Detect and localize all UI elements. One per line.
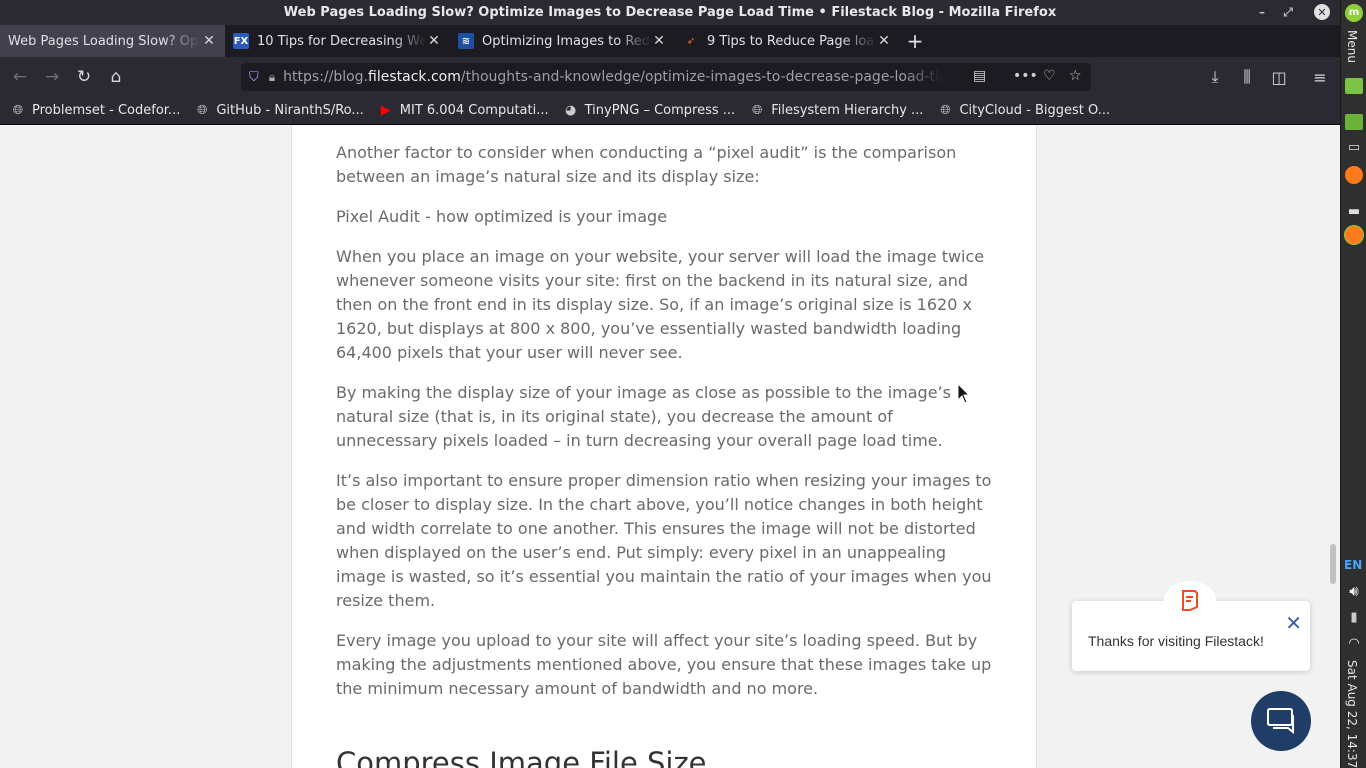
article-paragraph: When you place an image on your website,…: [336, 247, 985, 362]
window-title: Web Pages Loading Slow? Optimize Images …: [283, 5, 1057, 20]
globe-icon: 🌐︎: [751, 103, 763, 118]
chat-message: Thanks for visiting Filestack!: [1088, 633, 1264, 649]
maximize-icon[interactable]: ⤢: [1280, 4, 1296, 20]
chat-launcher-button[interactable]: [1251, 691, 1311, 751]
article-body: Another factor to consider when conducti…: [336, 141, 996, 768]
article-paragraph: Another factor to consider when conducti…: [336, 143, 957, 186]
volume-icon[interactable]: 🔊︎: [1344, 582, 1364, 600]
bookmark-label: Problemset - Codefor...: [32, 103, 181, 118]
tab-label: Optimizing Images to Reduce Page Load: [482, 33, 651, 49]
pocket-icon[interactable]: ♡: [1043, 68, 1056, 84]
desktop-panel: m Menu ▭ ▬ EN 🔊︎ ▮ ◠ Sat Aug 22, 14:37: [1340, 0, 1366, 768]
hamburger-menu-icon[interactable]: ≡: [1304, 61, 1336, 93]
close-tab-icon[interactable]: ✕: [201, 33, 217, 49]
article-column: Another factor to consider when conducti…: [291, 126, 1037, 768]
close-window-icon[interactable]: ✕: [1314, 4, 1330, 20]
mint-menu-icon[interactable]: m: [1344, 4, 1364, 22]
close-tab-icon[interactable]: ✕: [651, 33, 667, 49]
window-icon[interactable]: ▬: [1344, 204, 1364, 219]
bookmark-star-icon[interactable]: ☆: [1069, 68, 1082, 84]
globe-icon: 🌐︎: [12, 103, 24, 118]
page-viewport[interactable]: Another factor to consider when conducti…: [0, 126, 1340, 768]
bookmark-item[interactable]: ▶ MIT 6.004 Computati...: [378, 103, 549, 119]
article-paragraph: By making the display size of your image…: [336, 383, 951, 450]
tab-4[interactable]: ➶ 9 Tips to Reduce Page load Time ✕: [675, 25, 900, 57]
panda-icon: ◕: [564, 103, 577, 118]
bookmark-label: MIT 6.004 Computati...: [399, 103, 549, 118]
mouse-cursor-icon: [957, 383, 971, 404]
library-icon[interactable]: ⫼: [1231, 61, 1263, 93]
url-bar[interactable]: ⛉ 🔒︎ https://blog.filestack.com/thoughts…: [241, 63, 1091, 91]
tab-1[interactable]: Web Pages Loading Slow? Optimize Images …: [0, 25, 225, 57]
bookmark-item[interactable]: 🌐︎ Problemset - Codefor...: [10, 103, 181, 119]
bookmark-item[interactable]: ◕ TinyPNG – Compress ...: [563, 103, 736, 119]
bookmark-label: TinyPNG – Compress ...: [584, 103, 736, 118]
reload-button[interactable]: ↻: [68, 61, 100, 93]
reader-view-icon[interactable]: ▤: [973, 68, 986, 84]
firefox-icon[interactable]: [1344, 166, 1364, 184]
bookmark-item[interactable]: 🌐︎ CityCloud - Biggest O...: [937, 103, 1110, 119]
tab-3[interactable]: ≋ Optimizing Images to Reduce Page Load …: [450, 25, 675, 57]
close-tab-icon[interactable]: ✕: [876, 33, 892, 49]
window-titlebar: Web Pages Loading Slow? Optimize Images …: [0, 0, 1340, 25]
bookmark-item[interactable]: 🌐︎ GitHub - NiranthS/Ro...: [194, 103, 364, 119]
scrollbar-thumb[interactable]: [1330, 544, 1336, 584]
menu-label[interactable]: Menu: [1345, 30, 1359, 63]
downloads-icon[interactable]: ⤓: [1199, 61, 1231, 93]
forward-button[interactable]: →: [36, 61, 68, 93]
keyboard-layout-indicator[interactable]: EN: [1344, 558, 1362, 572]
url-prefix: https://blog.: [283, 69, 369, 85]
filestack-logo-icon: [1164, 581, 1216, 619]
article-paragraph: Every image you upload to your site will…: [336, 631, 992, 698]
globe-icon: 🌐︎: [940, 103, 951, 118]
tab-2[interactable]: FX 10 Tips for Decreasing Web Page Load …: [225, 25, 450, 57]
wifi-icon[interactable]: ◠: [1344, 636, 1364, 651]
bookmark-item[interactable]: 🌐︎ Filesystem Hierarchy ...: [749, 103, 923, 119]
url-text[interactable]: https://blog.filestack.com/thoughts-and-…: [283, 69, 943, 85]
rocket-icon: ➶: [686, 35, 696, 47]
folder-icon[interactable]: [1344, 78, 1364, 94]
folder-icon[interactable]: [1344, 114, 1364, 130]
youtube-icon: ▶: [380, 103, 391, 118]
battery-icon[interactable]: ▮: [1344, 610, 1364, 625]
section-heading: Compress Image File Size: [336, 746, 707, 768]
terminal-icon[interactable]: ▭: [1344, 140, 1364, 155]
url-path: /thoughts-and-knowledge/optimize-images-…: [460, 69, 943, 85]
tab-label: Web Pages Loading Slow? Optimize Images …: [8, 33, 201, 49]
chat-bubble-icon: [1267, 708, 1294, 735]
stack-icon: ≋: [458, 33, 474, 49]
close-popup-icon[interactable]: ✕: [1285, 611, 1302, 635]
bookmark-label: Filesystem Hierarchy ...: [771, 103, 924, 118]
tab-label: 10 Tips for Decreasing Web Page Load Tim…: [257, 33, 426, 49]
page-actions-icon[interactable]: •••: [1013, 68, 1038, 84]
clock[interactable]: Sat Aug 22, 14:37: [1345, 660, 1359, 768]
sidebar-icon[interactable]: ◫: [1263, 61, 1295, 93]
article-paragraph: It’s also important to ensure proper dim…: [336, 471, 992, 610]
bookmark-label: GitHub - NiranthS/Ro...: [216, 103, 364, 118]
lock-icon[interactable]: 🔒︎: [269, 70, 275, 85]
home-button[interactable]: ⌂: [100, 61, 132, 93]
back-button[interactable]: ←: [4, 61, 36, 93]
tracking-protection-icon[interactable]: ⛉: [249, 70, 259, 85]
bookmarks-toolbar: 🌐︎ Problemset - Codefor... 🌐︎ GitHub - Nir…: [0, 97, 1340, 125]
url-host: filestack.com: [368, 69, 461, 85]
image-caption: Pixel Audit - how optimized is your imag…: [336, 207, 668, 226]
fx-icon: FX: [233, 33, 249, 49]
tab-strip: Web Pages Loading Slow? Optimize Images …: [0, 25, 1340, 57]
new-tab-button[interactable]: +: [900, 25, 930, 57]
page-scrollbar[interactable]: [1326, 126, 1340, 768]
close-tab-icon[interactable]: ✕: [426, 33, 442, 49]
tab-label: 9 Tips to Reduce Page load Time: [707, 33, 876, 49]
navigation-toolbar: ← → ↻ ⌂ ⛉ 🔒︎ https://blog.filestack.com/…: [0, 57, 1340, 97]
globe-icon: 🌐︎: [197, 103, 208, 118]
firefox-icon[interactable]: [1344, 226, 1364, 244]
bookmark-label: CityCloud - Biggest O...: [959, 103, 1111, 118]
minimize-icon[interactable]: –: [1254, 4, 1270, 20]
